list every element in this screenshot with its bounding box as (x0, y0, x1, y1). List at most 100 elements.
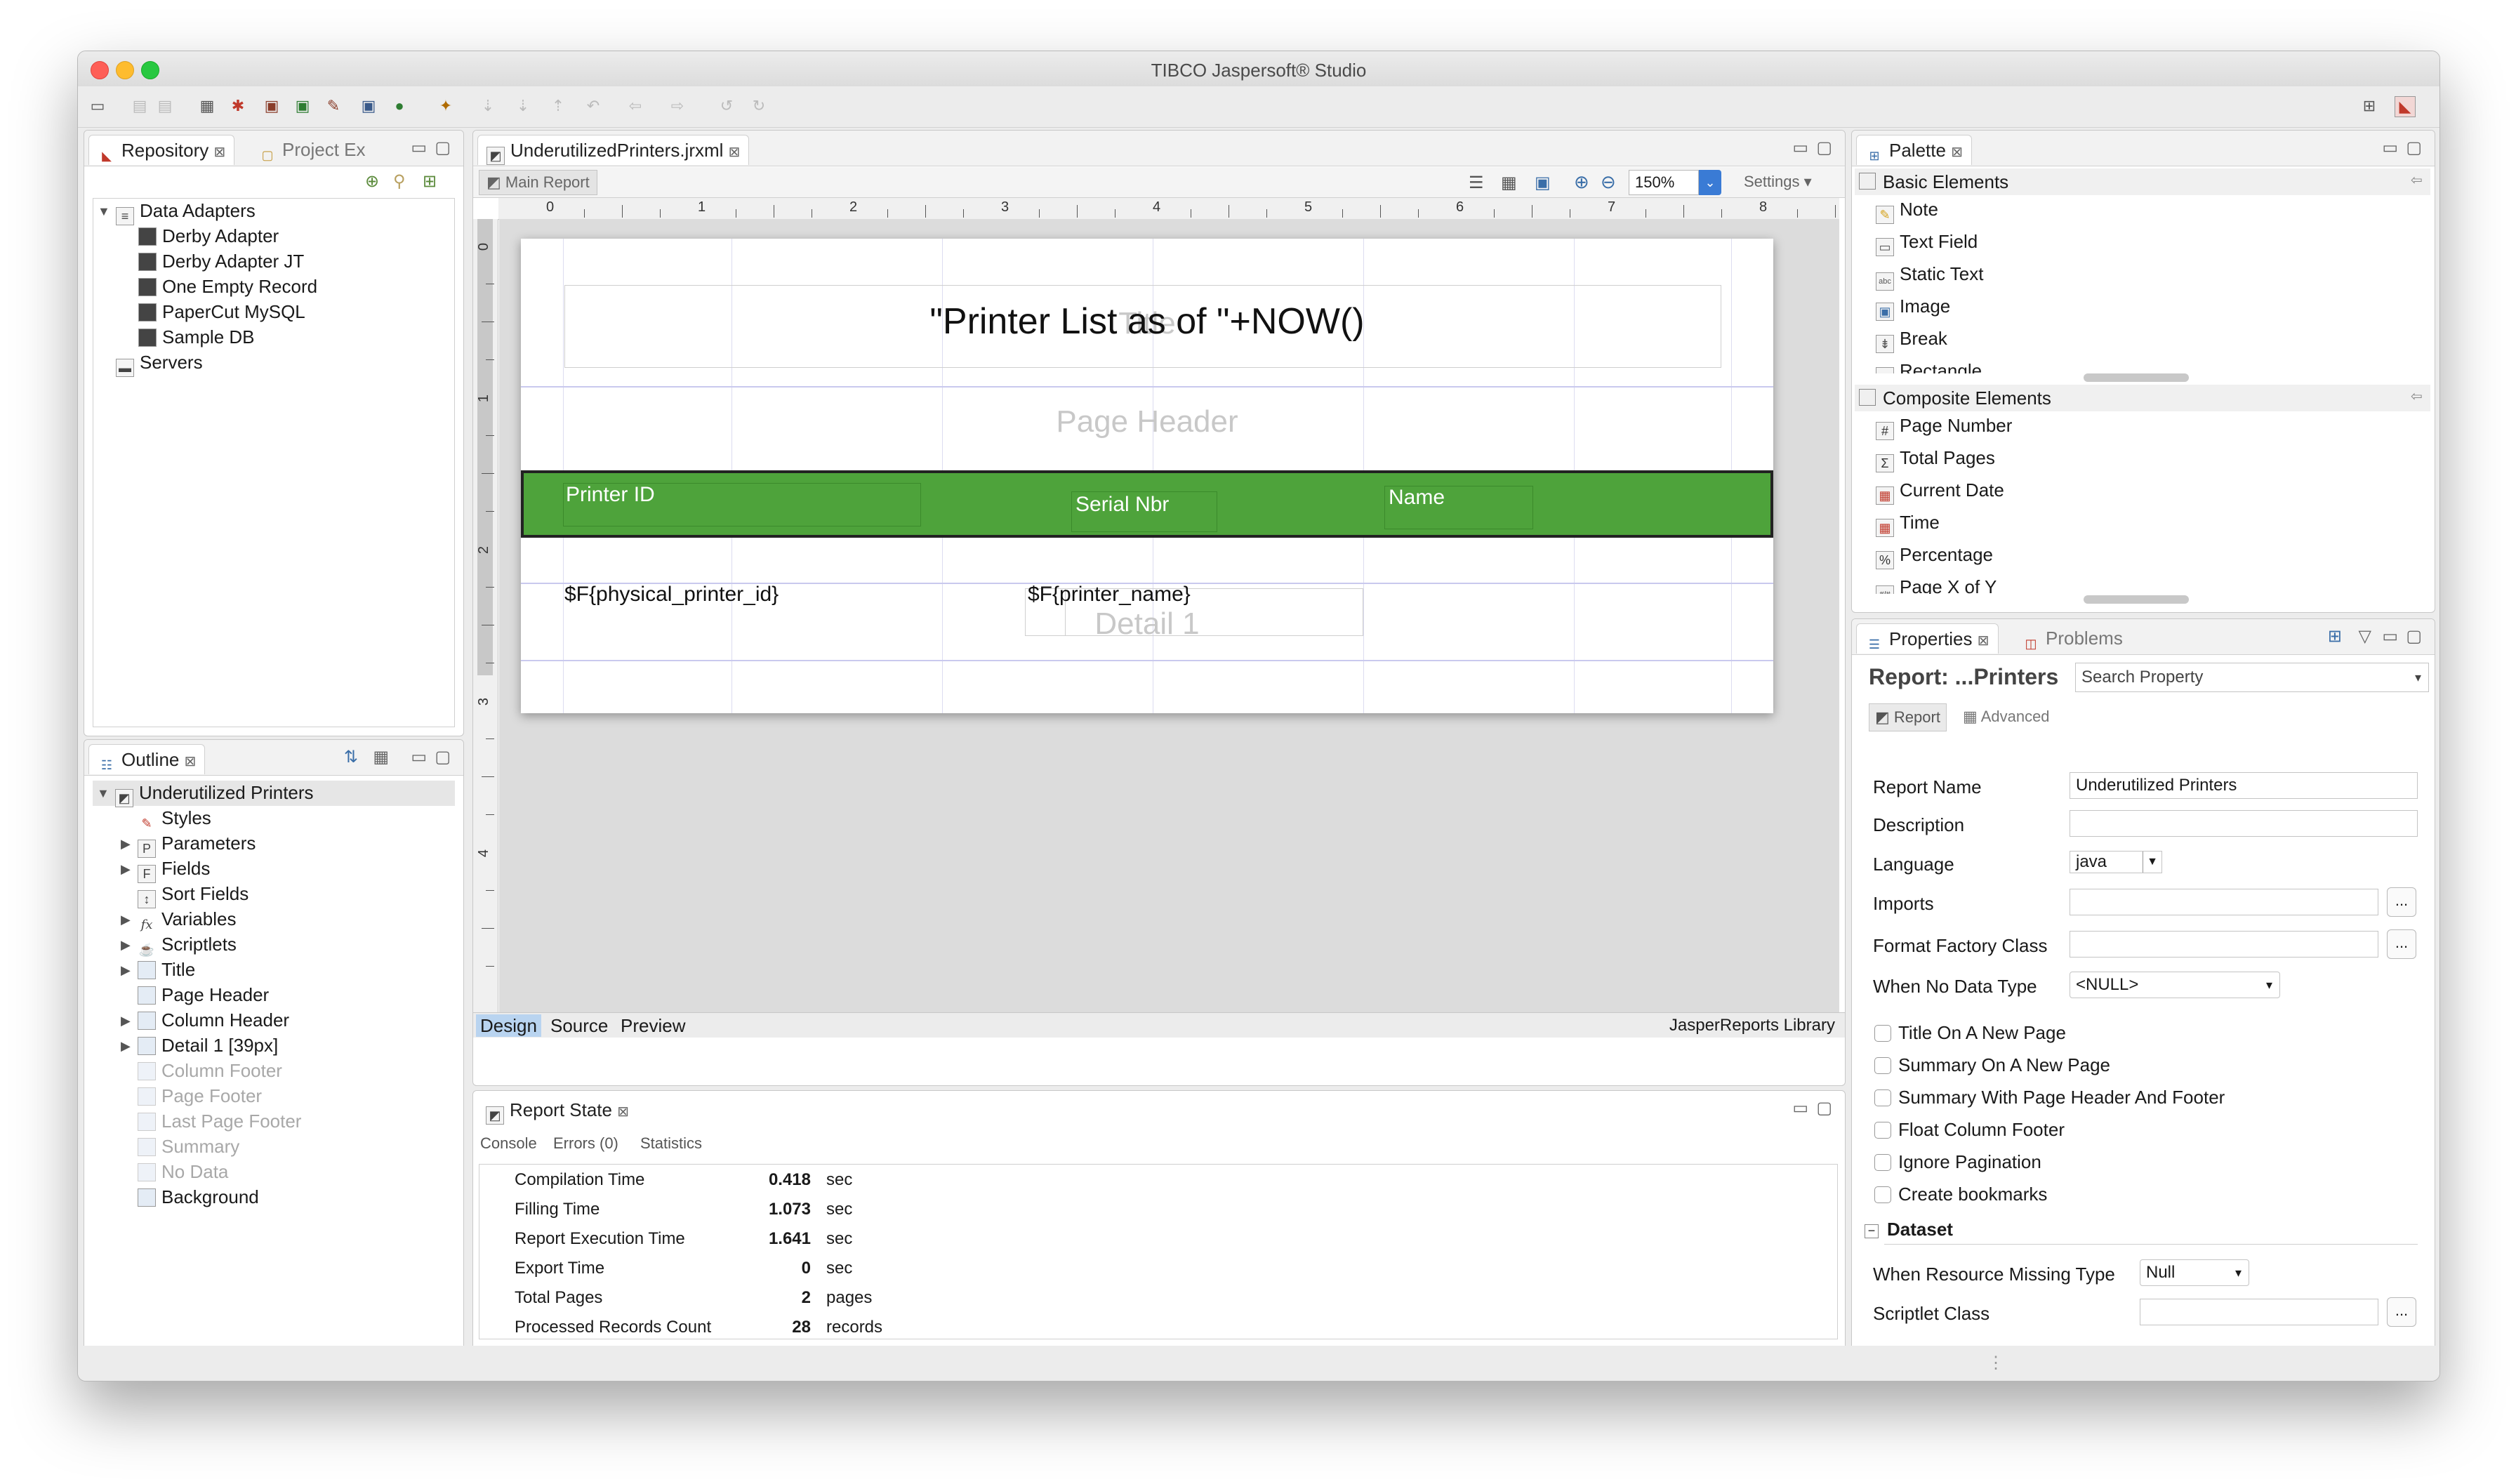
detail-field-printer-id[interactable]: $F{physical_printer_id} (564, 583, 779, 607)
format-factory-field[interactable] (2070, 931, 2378, 958)
scriptlet-class-field[interactable] (2140, 1299, 2378, 1325)
subtab-statistics[interactable]: Statistics (640, 1134, 702, 1153)
palette-item[interactable]: ⇟ Break (1876, 324, 1947, 353)
tree-item-adapter[interactable]: Derby Adapter JT (138, 249, 304, 273)
close-icon[interactable]: ⊠ (729, 145, 741, 160)
tab-problems[interactable]: ◫ Problems (2013, 623, 2131, 653)
zoom-in-icon[interactable]: ⊕ (1574, 171, 1589, 193)
subtab-report[interactable]: ◩ Report (1869, 703, 1947, 731)
link-icon[interactable]: ⚲ (393, 171, 406, 192)
outline-item-sort-fields[interactable]: ↕ Sort Fields (138, 882, 249, 908)
description-field[interactable] (2070, 810, 2418, 837)
last-edit-icon[interactable]: ↶ (583, 96, 603, 116)
redo-icon[interactable]: ↻ (749, 96, 769, 116)
edit-report-icon[interactable]: ✎ (324, 96, 343, 116)
tree-item-adapter[interactable]: Sample DB (138, 325, 255, 349)
tab-palette[interactable]: ⊞ Palette ⊠ (1856, 135, 1972, 165)
tree-item-adapter[interactable]: One Empty Record (138, 274, 317, 298)
tree-item-servers[interactable]: ▬ Servers (116, 350, 203, 377)
report-name-field[interactable]: Underutilized Printers (2070, 772, 2418, 799)
collapse-dataset-icon[interactable]: − (1865, 1224, 1879, 1238)
palette-item[interactable]: ✎ Note (1876, 195, 1938, 224)
outline-item-column-footer[interactable]: Column Footer (138, 1059, 282, 1082)
language-select[interactable]: java ▼ (2070, 851, 2162, 873)
palette-item[interactable]: ▭ Text Field (1876, 227, 1978, 256)
wand-icon[interactable]: ✦ (436, 96, 456, 116)
view-menu-icon[interactable]: ▽ (2359, 626, 2371, 647)
minimize-icon[interactable]: ▭ (2382, 626, 2398, 647)
outline-item-detail[interactable]: Detail 1 [39px] (138, 1033, 278, 1057)
layout-icon[interactable]: ☰ (1469, 173, 1484, 193)
search-property-input[interactable]: Search Property ▾ (2075, 663, 2429, 692)
undo-icon[interactable]: ↺ (717, 96, 736, 116)
outline-item-summary[interactable]: Summary (138, 1134, 239, 1158)
expand-arrow-icon[interactable]: ▶ (121, 913, 131, 927)
close-icon[interactable]: ⊠ (617, 1104, 629, 1120)
save-icon[interactable]: ▤ (130, 96, 150, 116)
chevron-down-icon[interactable]: ▼ (2143, 852, 2161, 873)
open-perspective-icon[interactable]: ⊞ (2359, 96, 2379, 116)
outline-item-parameters[interactable]: P Parameters (138, 831, 256, 858)
zoom-input[interactable]: 150% (1629, 170, 1699, 195)
palette-item[interactable]: abc Static Text (1876, 260, 1983, 291)
new-server-icon[interactable]: ⊞ (423, 171, 437, 192)
palette-item[interactable]: #/# Page X of Y (1876, 573, 1997, 594)
tab-preview[interactable]: Preview (616, 1014, 689, 1037)
option-checkbox[interactable] (1874, 1122, 1891, 1139)
subtab-advanced[interactable]: ▦ Advanced (1957, 703, 2055, 731)
expand-arrow-icon[interactable]: ▶ (121, 862, 131, 877)
imports-browse-button[interactable]: ... (2387, 887, 2416, 917)
outline-item-title[interactable]: Title (138, 958, 195, 981)
report-icon[interactable]: ▣ (262, 96, 282, 116)
expand-arrow-icon[interactable]: ▶ (121, 938, 131, 953)
outline-item-variables[interactable]: fx Variables (138, 907, 237, 932)
forward-icon[interactable]: ⇨ (668, 96, 687, 116)
close-icon[interactable]: ⊠ (1978, 633, 1989, 649)
add-adapter-icon[interactable]: ⊕ (365, 171, 379, 192)
debug-icon[interactable]: ✱ (228, 96, 248, 116)
palette-item[interactable]: ▭ Rectangle (1876, 357, 1982, 373)
scrollbar-thumb[interactable] (2084, 595, 2189, 604)
main-report-button[interactable]: ◩ Main Report (479, 170, 597, 195)
tab-design[interactable]: Design (476, 1014, 541, 1037)
option-checkbox[interactable] (1874, 1089, 1891, 1106)
minimize-icon[interactable]: ▭ (411, 138, 427, 158)
tree-item-adapter[interactable]: Derby Adapter (138, 224, 279, 248)
zoom-out-icon[interactable]: ⊖ (1601, 171, 1616, 193)
tab-properties[interactable]: ☰ Properties ⊠ (1856, 623, 1999, 654)
tab-project-explorer[interactable]: ▢ Project Ex (250, 135, 374, 164)
basic-elements-header[interactable]: Basic Elements (1855, 168, 2430, 195)
run-icon[interactable]: ● (390, 96, 409, 116)
subtab-errors[interactable]: Errors (0) (553, 1134, 618, 1153)
expand-arrow-icon[interactable]: ▶ (121, 1014, 131, 1028)
when-no-data-select[interactable]: <NULL> ▾ (2070, 972, 2280, 998)
expand-arrow-icon[interactable]: ▼ (97, 786, 110, 801)
minimize-icon[interactable]: ▭ (1792, 1098, 1808, 1118)
expand-arrow-icon[interactable]: ▶ (121, 963, 131, 978)
subtab-console[interactable]: Console (480, 1134, 537, 1153)
outline-item-last-page-footer[interactable]: Last Page Footer (138, 1109, 301, 1133)
resource-missing-select[interactable]: Null ▾ (2140, 1259, 2249, 1286)
palette-item[interactable]: ▦ Current Date (1876, 476, 2004, 505)
new-file-icon[interactable]: ▭ (88, 96, 107, 116)
close-icon[interactable]: ⊠ (1951, 145, 1963, 160)
back-icon[interactable]: ⇦ (625, 96, 645, 116)
outline-item-styles[interactable]: ✎ Styles (138, 806, 211, 830)
expand-arrow-icon[interactable]: ▼ (98, 204, 110, 219)
preview-icon[interactable]: ▣ (359, 96, 378, 116)
outline-item-page-header[interactable]: Page Header (138, 983, 269, 1007)
next-annotation-icon[interactable]: ⇣ (513, 96, 533, 116)
option-checkbox[interactable] (1874, 1186, 1891, 1203)
tree-item-data-adapters[interactable]: ≡ Data Adapters (116, 199, 256, 225)
grid-options-icon[interactable]: ▦ (1501, 173, 1517, 193)
outline-item-fields[interactable]: F Fields (138, 856, 210, 883)
zoom-dropdown-icon[interactable]: ⌄ (1699, 170, 1721, 195)
minimize-icon[interactable]: ▭ (411, 747, 427, 767)
maximize-icon[interactable]: ▢ (1816, 1098, 1832, 1118)
settings-button[interactable]: Settings ▾ (1744, 173, 1812, 191)
option-checkbox[interactable] (1874, 1057, 1891, 1074)
design-canvas[interactable]: Title "Printer List as of "+NOW() Page H… (499, 219, 1839, 1012)
scrollbar-thumb[interactable] (2084, 373, 2189, 382)
tab-report-state[interactable]: ◩ Report State ⊠ (477, 1095, 637, 1125)
jaspersoft-perspective-icon[interactable]: ◣ (2395, 96, 2416, 117)
